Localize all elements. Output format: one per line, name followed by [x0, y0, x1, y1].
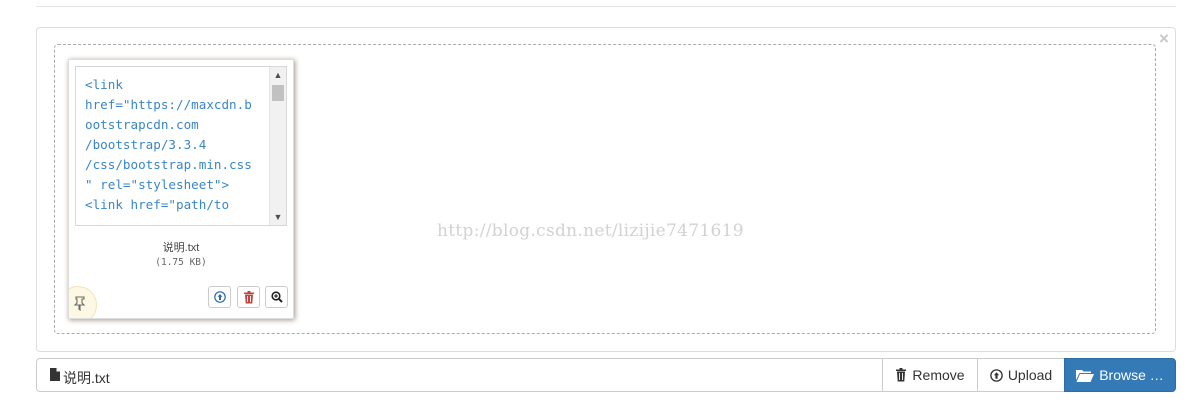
text-preview-content: <link href="https://maxcdn.b ootstrapcdn… [85, 77, 252, 212]
file-caption-bar[interactable]: 说明.txt [36, 358, 883, 392]
watermark-text: http://blog.csdn.net/lizijie7471619 [437, 221, 744, 241]
browse-button-label: Browse … [1099, 367, 1164, 383]
preview-file-name: 说明.txt [162, 242, 200, 254]
file-preview-thumbnail: <link href="https://maxcdn.b ootstrapcdn… [68, 59, 294, 319]
folder-open-icon [1076, 369, 1095, 382]
file-icon [50, 368, 60, 381]
drag-handle-icon [73, 296, 86, 311]
close-icon[interactable]: × [1157, 30, 1171, 47]
zoom-in-icon [270, 291, 283, 303]
top-divider [36, 6, 1176, 7]
remove-button-label: Remove [912, 367, 965, 383]
thumb-upload-button[interactable] [208, 286, 231, 308]
scroll-thumb[interactable] [272, 85, 284, 101]
drag-handle[interactable] [69, 286, 97, 318]
file-preview-panel: × http://blog.csdn.net/lizijie7471619 <l… [36, 27, 1176, 352]
scroll-up-arrow-icon[interactable]: ▲ [270, 67, 286, 83]
upload-button[interactable]: Upload [977, 358, 1065, 392]
preview-file-size: (1.75 KB) [155, 257, 207, 268]
thumb-remove-button[interactable] [237, 286, 260, 308]
trash-icon [896, 368, 907, 382]
file-drop-zone[interactable]: http://blog.csdn.net/lizijie7471619 <lin… [54, 44, 1156, 334]
browse-button[interactable]: Browse … [1064, 358, 1176, 392]
upload-circle-icon [990, 368, 1003, 382]
trash-icon [243, 290, 254, 303]
scroll-down-arrow-icon[interactable]: ▼ [270, 209, 286, 225]
remove-button[interactable]: Remove [882, 358, 978, 392]
caption-file-name: 说明.txt [63, 370, 110, 386]
thumb-zoom-button[interactable] [265, 286, 288, 308]
text-preview-box[interactable]: <link href="https://maxcdn.b ootstrapcdn… [75, 66, 287, 226]
upload-circle-icon [213, 291, 226, 303]
preview-scrollbar[interactable]: ▲ ▼ [269, 67, 286, 225]
upload-button-label: Upload [1007, 367, 1053, 383]
